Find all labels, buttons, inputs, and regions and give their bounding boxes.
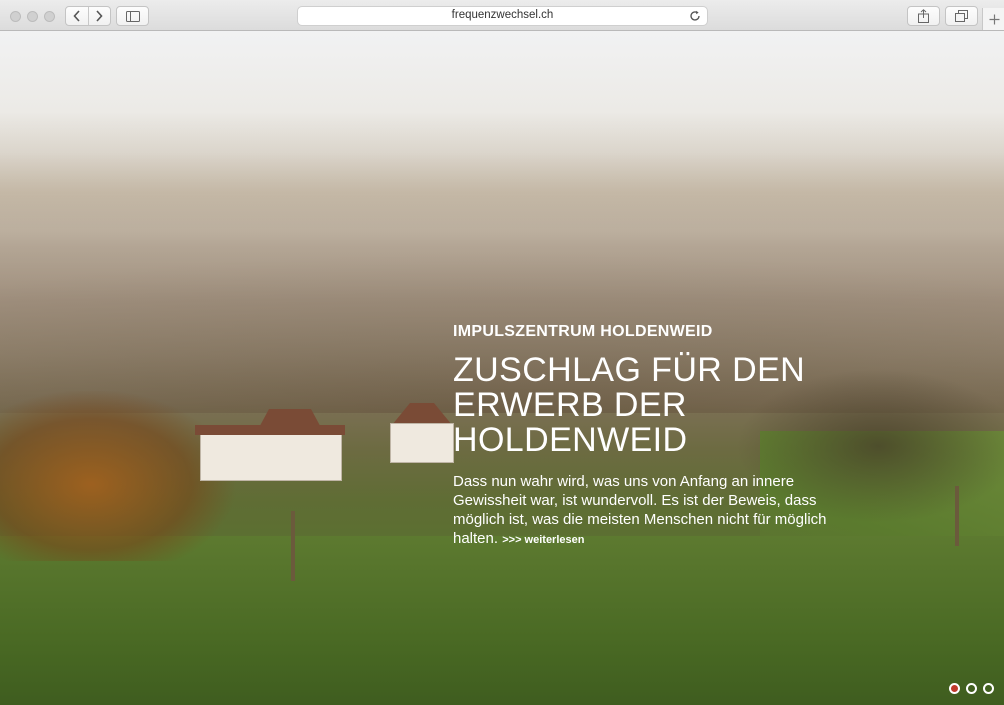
address-bar[interactable]: frequenzwechsel.ch — [297, 6, 708, 26]
tabs-icon — [955, 10, 968, 22]
share-button[interactable] — [907, 6, 940, 26]
sidebar-icon — [125, 10, 140, 22]
plus-icon — [989, 14, 999, 24]
history-nav — [65, 6, 111, 26]
hero-meadow — [0, 536, 1004, 705]
share-icon — [918, 9, 929, 23]
new-tab-button[interactable] — [982, 8, 1004, 30]
carousel-pagination — [949, 683, 994, 694]
back-button[interactable] — [66, 7, 88, 25]
hero-body: Dass nun wahr wird, was uns von Anfang a… — [453, 472, 833, 550]
sidebar-button[interactable] — [116, 6, 149, 26]
hero-text: IMPULSZENTRUM HOLDENWEID ZUSCHLAG FÜR DE… — [453, 323, 833, 550]
hero-kicker: IMPULSZENTRUM HOLDENWEID — [453, 323, 713, 340]
url-text: frequenzwechsel.ch — [451, 9, 554, 21]
read-more-link[interactable]: >>> weiterlesen — [502, 534, 584, 546]
reload-icon[interactable] — [689, 10, 701, 22]
farmhouse-image — [200, 431, 342, 481]
chevron-left-icon — [73, 10, 80, 22]
browser-window: frequenzwechsel.ch IMPULSZENTRUM HOLDENW… — [0, 0, 1004, 705]
browser-toolbar: frequenzwechsel.ch — [0, 0, 1004, 31]
hero-slide: IMPULSZENTRUM HOLDENWEID ZUSCHLAG FÜR DE… — [0, 31, 1004, 705]
minimize-window-button[interactable] — [27, 11, 38, 22]
close-window-button[interactable] — [10, 11, 21, 22]
hero-headline: ZUSCHLAG FÜR DEN ERWERB DER HOLDENWEID — [453, 351, 806, 459]
carousel-dot[interactable] — [983, 683, 994, 694]
zoom-window-button[interactable] — [44, 11, 55, 22]
tabs-overview-button[interactable] — [945, 6, 978, 26]
forward-button[interactable] — [89, 7, 111, 25]
carousel-dot[interactable] — [966, 683, 977, 694]
carousel-dot[interactable] — [949, 683, 960, 694]
building-image — [390, 423, 454, 463]
chevron-right-icon — [96, 10, 103, 22]
